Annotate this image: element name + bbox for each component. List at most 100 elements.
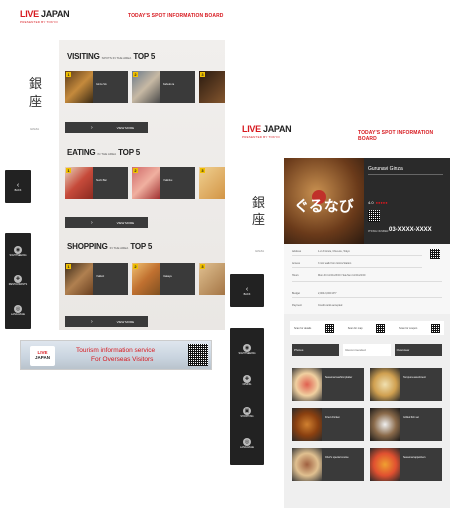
dish-name: Tempura assortment: [403, 376, 426, 379]
spot-photo: 2: [132, 71, 160, 103]
hero-divider: [368, 174, 443, 175]
rank-badge: 3: [200, 264, 205, 269]
spot-photo: 3: [199, 71, 225, 103]
tab-recommended[interactable]: Recommended: [343, 344, 391, 356]
rank-badge: 3: [200, 168, 205, 173]
right-logo: LIVE JAPAN: [242, 124, 292, 134]
rank-badge: 3: [200, 72, 205, 77]
right-sidebar: ◉ SIGHTSEEING ✚ DINING ▣ SHOPPING ◎ LANG…: [230, 328, 264, 465]
spot-card[interactable]: 2 Yakiniku: [132, 167, 195, 199]
left-back-button[interactable]: ‹ BACK: [5, 170, 31, 203]
sidebar-item-dining[interactable]: ✚ DINING: [242, 375, 252, 387]
sidebar-item-sightseeing[interactable]: ◉ SIGHTSEEING: [238, 344, 256, 356]
rating-stars: 4.0 ●●●●●: [368, 200, 388, 205]
sidebar-item-restaurants[interactable]: ✚ RESTAURANTS: [9, 275, 27, 286]
spot-card[interactable]: 3: [199, 167, 225, 199]
dish-name: Seasonal appetizers: [403, 456, 426, 459]
banner-qr-code: [188, 344, 208, 366]
banner-logo-japan: JAPAN: [35, 355, 50, 360]
banner-text-2: For Overseas Visitors: [91, 356, 154, 363]
dish-photo: [292, 408, 322, 441]
dish-card[interactable]: Seasonal sashimi platter: [292, 368, 364, 401]
dish-card[interactable]: Fried chicken: [292, 408, 364, 441]
logo-live-text: LIVE: [20, 9, 39, 19]
star-icon: ●●●●●: [375, 200, 388, 205]
spot-card[interactable]: 2 Izakaya: [132, 263, 195, 295]
rank-badge: 2: [133, 168, 138, 173]
qr-code: [431, 323, 440, 333]
restaurant-icon: ✚: [243, 375, 251, 384]
spot-photo: 2: [132, 167, 160, 199]
dish-name: Chef's special course: [325, 456, 349, 459]
hero-photo: ぐるなび: [284, 158, 364, 244]
bag-icon: ▣: [242, 406, 251, 415]
left-content-panel: VISITING SPOTS IN THE AREA TOP 5 1 Ginza…: [59, 40, 225, 330]
qr-label: Scan for coupon: [399, 326, 418, 330]
left-area-label: GINZA: [30, 127, 40, 131]
tourism-banner[interactable]: LIVE JAPAN Tourism information service F…: [20, 340, 212, 370]
hero-brand-text: ぐるなび: [294, 197, 354, 215]
sidebar-item-shopping[interactable]: ▣ SHOPPING: [240, 406, 254, 418]
sidebar-item-label: SIGHTSEEING: [238, 352, 256, 356]
chevron-right-icon: ›: [91, 124, 93, 131]
sidebar-item-label: SHOPPING: [240, 414, 254, 418]
hero-qr-code: [368, 210, 380, 222]
dish-name: Seasonal sashimi platter: [325, 376, 353, 379]
dish-card[interactable]: Seasonal appetizers: [370, 448, 442, 481]
section-shopping: SHOPPING IN THE AREA TOP 5 1 Yakitori 2 …: [59, 236, 225, 330]
language-icon: ◎: [243, 437, 251, 446]
spot-card[interactable]: 2 Kabuki-za: [132, 71, 195, 103]
view-more-button[interactable]: › VIEW MORE: [65, 217, 148, 228]
logo-live-text: LIVE: [242, 124, 261, 134]
info-row: Budget 2,000-3,000 JPY: [292, 292, 442, 298]
left-logo: LIVE JAPAN: [20, 9, 70, 19]
logo-japan-text: JAPAN: [263, 124, 292, 134]
rank-badge: 2: [133, 72, 138, 77]
spot-card[interactable]: 1 Sushi Bar: [65, 167, 128, 199]
spot-photo: 1: [65, 71, 93, 103]
spot-photo: 2: [132, 263, 160, 295]
phone-number: 03-XXXX-XXXX: [389, 227, 432, 233]
qr-label: Scan for map: [347, 326, 363, 330]
back-label: BACK: [243, 292, 251, 296]
camera-icon: ◉: [14, 246, 22, 255]
section-eating: EATING IN THE AREA TOP 5 1 Sushi Bar 2 Y…: [59, 140, 225, 236]
spot-name: Yakitori: [96, 275, 105, 278]
spot-photo: 1: [65, 263, 93, 295]
info-row: Address 1-2-3 Ginza, Chuo-ku, Tokyo: [292, 250, 422, 256]
dish-photo: [370, 448, 400, 481]
sidebar-item-label: DINING: [242, 383, 252, 387]
info-row: Hours Mon-Fri 11:00-23:00 / Sat-Sun 11:00…: [292, 274, 442, 282]
left-area-kanji-2: 座: [29, 95, 43, 110]
left-logo-sub: PRESENTED BY TOKYO: [20, 20, 58, 24]
view-more-button[interactable]: › VIEW MORE: [65, 316, 148, 327]
right-logo-sub: PRESENTED BY TOKYO: [242, 135, 280, 139]
banner-logo: LIVE JAPAN: [30, 346, 55, 366]
spot-photo: 3: [199, 263, 225, 295]
view-more-button[interactable]: › VIEW MORE: [65, 122, 148, 133]
detail-panel: ぐるなび Gurunavi Ginza 4.0 ●●●●● PHONE NUMBE…: [284, 158, 450, 508]
tab-photos[interactable]: Photos: [292, 344, 340, 356]
spot-card[interactable]: 3: [199, 263, 225, 295]
tab-overview[interactable]: Overview: [394, 344, 442, 356]
dish-card[interactable]: Tempura assortment: [370, 368, 442, 401]
sidebar-item-label: SIGHTSEEING: [9, 254, 27, 258]
dish-card[interactable]: Grilled fish set: [370, 408, 442, 441]
sidebar-item-language[interactable]: ◎ LANGUAGE: [240, 437, 254, 449]
dish-card[interactable]: Chef's special course: [292, 448, 364, 481]
right-back-button[interactable]: ‹ BACK: [230, 274, 264, 307]
dish-photo: [292, 368, 322, 401]
sidebar-item-sightseeing[interactable]: ◉ SIGHTSEEING: [9, 246, 27, 258]
qr-code: [324, 323, 334, 333]
back-label: BACK: [14, 188, 22, 192]
spot-card[interactable]: 1 Yakitori: [65, 263, 128, 295]
qr-code: [376, 323, 386, 333]
spot-card[interactable]: 1 Ginza Six: [65, 71, 128, 103]
left-sidebar: ◉ SIGHTSEEING ✚ RESTAURANTS ◎ LANGUAGE: [5, 233, 31, 329]
chevron-right-icon: ›: [91, 318, 93, 325]
spot-name: Izakaya: [163, 275, 172, 278]
qr-label: Scan for details: [294, 326, 312, 330]
right-screen: LIVE JAPAN PRESENTED BY TOKYO TODAY'S SP…: [226, 118, 452, 509]
spot-card[interactable]: 3: [199, 71, 225, 103]
sidebar-item-language[interactable]: ◎ LANGUAGE: [11, 304, 25, 316]
